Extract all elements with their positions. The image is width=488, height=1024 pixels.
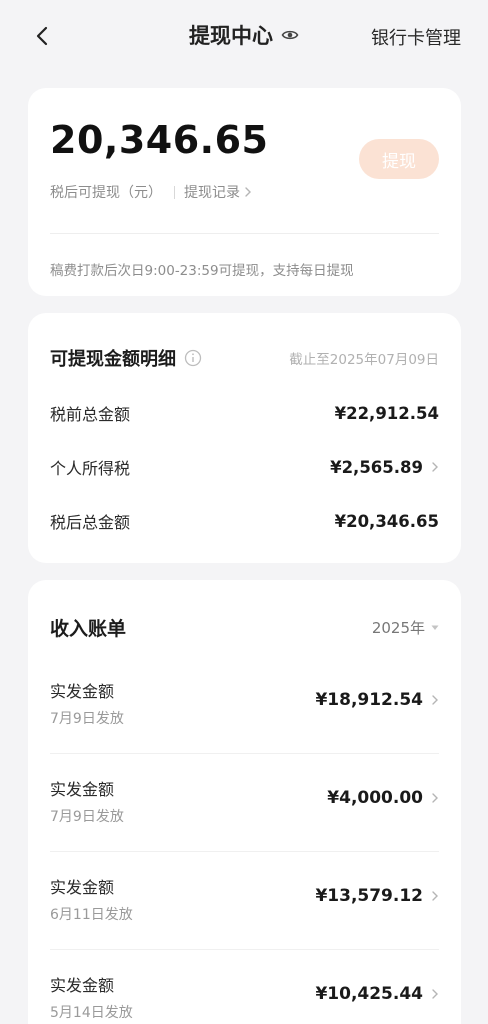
income-tax-row[interactable]: 个人所得税 ¥2,565.89	[50, 455, 439, 479]
row-label: 税前总金额	[50, 405, 131, 424]
as-of-date: 截止至2025年07月09日	[289, 352, 439, 368]
aftertax-total-row: 税后总金额 ¥20,346.65	[50, 509, 439, 533]
eye-icon[interactable]	[281, 28, 299, 42]
page-title-group: 提现中心	[189, 20, 299, 50]
detail-header: 可提现金额明细 截止至2025年07月09日	[50, 345, 439, 371]
info-icon[interactable]	[184, 349, 202, 367]
chevron-right-icon	[244, 186, 252, 198]
item-amount-group: ¥10,425.44	[315, 984, 439, 1004]
withdraw-notice: 稿费打款后次日9:00-23:59可提现，支持每日提现	[50, 263, 354, 279]
bank-card-manage-button[interactable]: 银行卡管理	[371, 24, 461, 50]
income-list-item[interactable]: 实发金额 6月11日发放 ¥13,579.12	[50, 852, 439, 950]
back-chevron-icon	[36, 26, 48, 46]
page-title: 提现中心	[189, 24, 273, 48]
income-list-item[interactable]: 实发金额 5月14日发放 ¥10,425.44	[50, 950, 439, 1024]
income-bill-card: 收入账单 2025年 实发金额 7月9日发放 ¥18,912.54 实发金额 7…	[28, 580, 461, 1024]
item-amount-group: ¥4,000.00	[327, 788, 439, 808]
withdraw-center-page: 提现中心 银行卡管理 20,346.65 提现 税后可提现（元） 提现记录 稿费…	[0, 0, 488, 1024]
withdrawable-amount: 20,346.65	[50, 118, 269, 162]
item-amount: ¥13,579.12	[315, 886, 423, 906]
row-label: 个人所得税	[50, 459, 131, 478]
chevron-right-icon	[431, 461, 439, 473]
item-date: 7月9日发放	[50, 711, 124, 727]
chevron-right-icon	[431, 694, 439, 706]
row-value: ¥22,912.54	[334, 403, 439, 423]
top-nav-bar: 提现中心 银行卡管理	[0, 0, 488, 72]
back-button[interactable]	[28, 22, 56, 50]
detail-title: 可提现金额明细	[50, 349, 176, 370]
chevron-right-icon	[431, 988, 439, 1000]
item-date: 6月11日发放	[50, 907, 133, 923]
balance-sub-row: 税后可提现（元） 提现记录	[50, 182, 252, 202]
item-date: 5月14日发放	[50, 1005, 133, 1021]
item-label: 实发金额	[50, 780, 115, 799]
withdraw-record-link[interactable]: 提现记录	[184, 182, 252, 202]
card-divider	[50, 233, 439, 234]
row-label: 税后总金额	[50, 513, 131, 532]
item-amount: ¥18,912.54	[315, 690, 423, 710]
amount-detail-card: 可提现金额明细 截止至2025年07月09日 税前总金额 ¥22,912.54 …	[28, 313, 461, 563]
caret-down-icon	[431, 625, 439, 631]
pretax-total-row: 税前总金额 ¥22,912.54	[50, 401, 439, 425]
row-value: ¥2,565.89	[330, 457, 423, 477]
balance-card: 20,346.65 提现 税后可提现（元） 提现记录 稿费打款后次日9:00-2…	[28, 88, 461, 296]
detail-title-group: 可提现金额明细	[50, 345, 202, 371]
chevron-right-icon	[431, 792, 439, 804]
income-list-item[interactable]: 实发金额 7月9日发放 ¥4,000.00	[50, 754, 439, 852]
withdrawable-label: 税后可提现（元）	[50, 185, 162, 201]
item-amount: ¥4,000.00	[327, 788, 423, 808]
income-header: 收入账单 2025年	[50, 614, 439, 641]
item-amount: ¥10,425.44	[315, 984, 423, 1004]
item-amount-group: ¥13,579.12	[315, 886, 439, 906]
year-value: 2025年	[371, 619, 425, 637]
item-amount-group: ¥18,912.54	[315, 690, 439, 710]
row-value: ¥20,346.65	[334, 511, 439, 531]
item-label: 实发金额	[50, 878, 115, 897]
item-label: 实发金额	[50, 682, 115, 701]
income-list-item[interactable]: 实发金额 7月9日发放 ¥18,912.54	[50, 656, 439, 754]
withdraw-record-label: 提现记录	[184, 185, 240, 201]
income-title: 收入账单	[50, 618, 127, 640]
item-label: 实发金额	[50, 976, 115, 995]
row-value-group: ¥2,565.89	[330, 458, 439, 477]
year-selector[interactable]: 2025年	[372, 617, 439, 638]
item-date: 7月9日发放	[50, 809, 124, 825]
chevron-right-icon	[431, 890, 439, 902]
divider	[174, 185, 175, 199]
withdraw-button[interactable]: 提现	[359, 139, 439, 179]
